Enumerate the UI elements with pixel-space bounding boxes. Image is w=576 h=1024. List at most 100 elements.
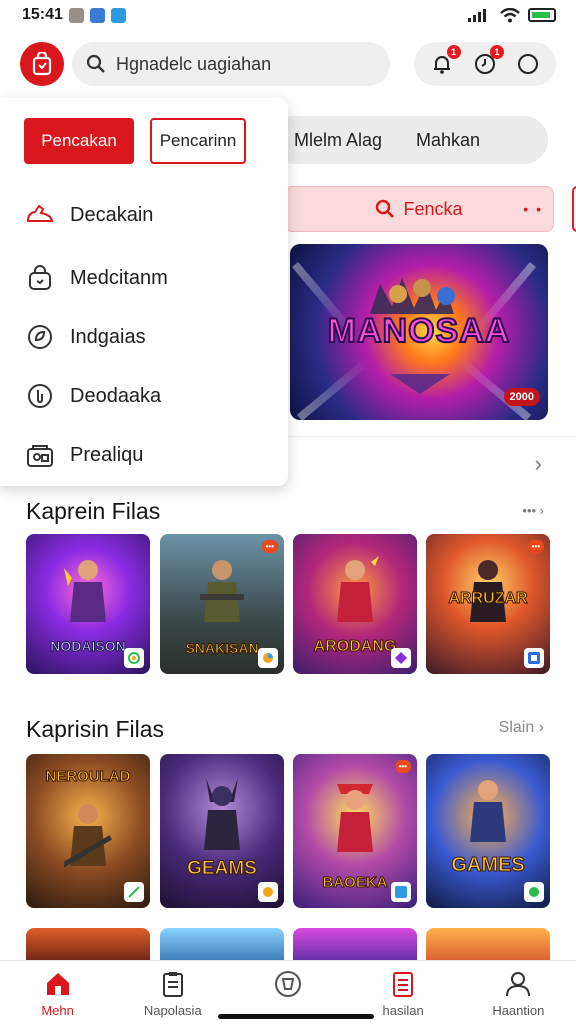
signal-icon: [468, 9, 486, 22]
shield-icon: [274, 971, 301, 997]
list-icon: [393, 972, 414, 997]
game-card[interactable]: GAMES: [426, 754, 550, 908]
menu-item-label: Decakain: [70, 203, 154, 226]
game-title: GEAMS: [187, 858, 258, 880]
game-card[interactable]: ARODANG: [293, 534, 417, 674]
game-hero-illustration: [200, 560, 244, 622]
nav-item-4[interactable]: hasilan: [353, 969, 453, 1018]
header-actions: 1 1: [414, 42, 556, 86]
section-more-1[interactable]: ••• ›: [522, 502, 544, 520]
nav-item-home[interactable]: Mehn: [8, 969, 108, 1018]
game-platform-badge: [124, 882, 144, 902]
game-card[interactable]: ••• SNAKISAN: [160, 534, 284, 674]
app-notification-icon-3: [110, 7, 126, 23]
game-title: GAMES: [451, 854, 525, 877]
nav-item-2[interactable]: Napolasia: [123, 969, 223, 1018]
menu-item-3[interactable]: Indgaias: [24, 312, 274, 362]
menu-item-5[interactable]: Prealiqu: [24, 430, 274, 480]
dropdown-menu: Pencakan Pencarinn Decakain Medcitanm In…: [0, 98, 288, 486]
top-header: Hgnadelc uagiahan 1 1: [0, 38, 576, 94]
menu-item-label: Indgaias: [70, 325, 146, 348]
banner-title: MANOSAA: [327, 311, 511, 351]
history-button[interactable]: 1: [472, 45, 504, 77]
game-platform-badge: [124, 648, 144, 668]
game-card[interactable]: ••• BAOEKA: [293, 754, 417, 908]
nav-label: hasilan: [382, 1003, 424, 1018]
menu-item-label: Prealiqu: [70, 443, 144, 466]
game-card[interactable]: GEAMS: [160, 754, 284, 908]
featured-banner[interactable]: MANOSAA 2000: [290, 244, 548, 420]
search-icon: [86, 54, 105, 73]
search-icon: [376, 199, 395, 218]
leaf-circle-icon: [24, 321, 56, 353]
menu-item-1[interactable]: Decakain: [24, 190, 274, 240]
game-platform-badge: [524, 882, 544, 902]
storefront-icon: [24, 439, 56, 471]
pie-icon: [263, 887, 273, 897]
status-time: 15:41: [22, 6, 63, 23]
game-tag: •••: [261, 540, 278, 553]
leaf-icon: [529, 887, 539, 897]
swirl-icon: [128, 652, 140, 664]
menu-item-4[interactable]: Deodaaka: [24, 371, 274, 421]
game-hero-illustration: [64, 560, 106, 622]
clipboard-icon: [162, 972, 183, 997]
grid-icon: [528, 652, 540, 664]
menu-secondary-button[interactable]: Pencarinn: [150, 118, 246, 164]
game-platform-badge: [258, 648, 278, 668]
app-logo-button[interactable]: [20, 42, 64, 86]
notifications-button[interactable]: 1: [429, 45, 461, 77]
game-tag: •••: [394, 760, 411, 773]
nav-label: Haantion: [492, 1003, 545, 1018]
chevron-right-icon: ›: [538, 719, 544, 736]
nav-label: Mehn: [41, 1003, 74, 1018]
game-card[interactable]: ••• ARRUZAR: [426, 534, 550, 674]
game-platform-badge: [391, 882, 411, 902]
grid-icon: [395, 886, 407, 898]
secondary-search-label: Fencka: [403, 198, 463, 219]
game-card[interactable]: NEROULAD: [26, 754, 150, 908]
wifi-icon: [500, 7, 520, 22]
home-icon: [46, 973, 69, 995]
menu-item-2[interactable]: Medcitanm: [24, 253, 274, 303]
tab-2[interactable]: Mahkan: [416, 130, 480, 151]
tab-1[interactable]: Mlelm Alag: [294, 130, 382, 151]
game-hero-illustration: [337, 556, 379, 622]
circle-icon: [518, 54, 539, 74]
search-bar[interactable]: Hgnadelc uagiahan: [72, 42, 390, 86]
shopping-bag-icon: [32, 52, 52, 76]
secondary-search-button[interactable]: Fencka • •: [284, 186, 554, 232]
game-hero-illustration: [337, 784, 373, 852]
bag-icon: [24, 262, 56, 294]
info-circle-icon: [24, 380, 56, 412]
banner-tag: 2000: [503, 388, 540, 406]
app-notification-icon: [68, 7, 84, 23]
game-platform-badge: [258, 882, 278, 902]
section-title-2: Kaprisin Filas: [26, 716, 165, 742]
section-more-label-2: Slain: [498, 719, 535, 736]
nav-item-5[interactable]: Haantion: [468, 969, 568, 1018]
section-more-2[interactable]: Slain ›: [499, 719, 544, 737]
game-card[interactable]: NODAISON: [26, 534, 150, 674]
swirl-icon: [128, 886, 140, 898]
battery-icon: [528, 8, 556, 22]
nav-item-3[interactable]: [238, 969, 338, 1003]
nav-label: Napolasia: [143, 1003, 202, 1018]
chevron-right-icon[interactable]: ›: [535, 451, 542, 477]
game-platform-badge: [391, 648, 411, 668]
edge-filter-button[interactable]: [572, 186, 576, 232]
history-badge: 1: [489, 45, 504, 59]
category-tabs: Mlelm Alag Mahkan: [270, 116, 548, 164]
more-dots-icon: ••• ›: [522, 503, 544, 518]
diamond-icon: [395, 652, 407, 664]
menu-primary-button[interactable]: Pencakan: [24, 118, 134, 164]
notification-badge: 1: [446, 45, 461, 59]
profile-button[interactable]: [515, 51, 541, 77]
game-title: NEROULAD: [45, 768, 131, 786]
shoe-icon: [24, 199, 56, 231]
game-hero-illustration: [64, 804, 112, 870]
status-bar: 15:41: [0, 0, 576, 30]
profile-icon: [506, 972, 531, 997]
pie-icon: [263, 653, 273, 663]
section-title-1: Kaprein Filas: [26, 498, 161, 524]
